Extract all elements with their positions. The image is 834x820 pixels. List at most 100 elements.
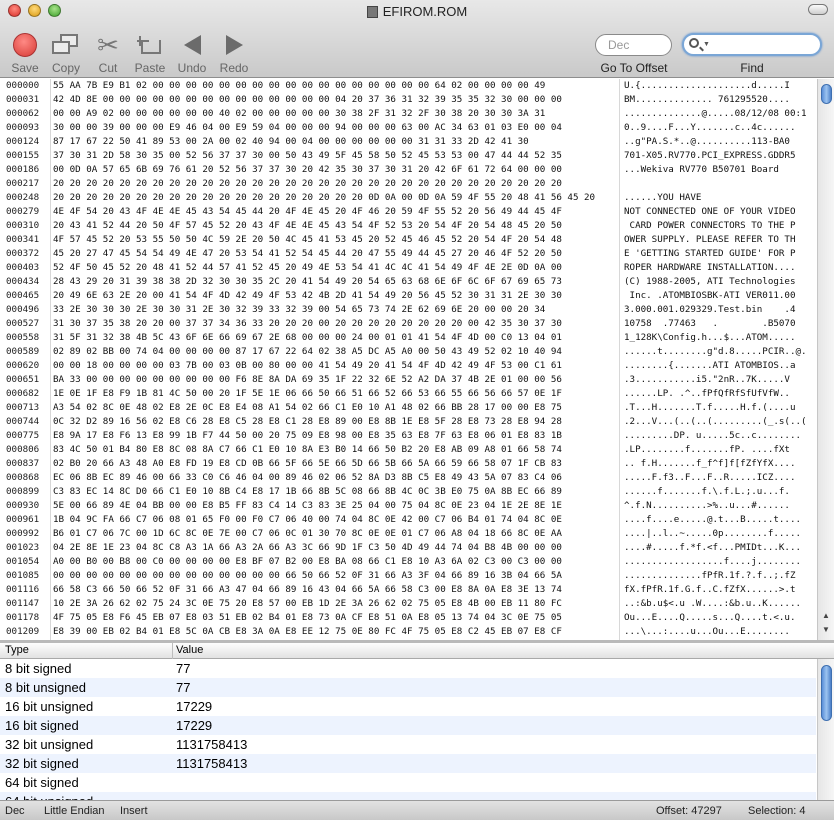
insert-mode[interactable]: Insert	[120, 805, 148, 817]
row-hex-bytes[interactable]: 10 2E 3A 26 62 02 75 24 3C 0E 75 20 E8 5…	[53, 597, 562, 611]
hex-row[interactable]: 000930 5E 00 66 89 4E 04 BB 00 00 E8 B5 F…	[0, 499, 817, 513]
cut-button[interactable]: ✂ Cut	[88, 30, 128, 75]
hex-row[interactable]: 000279 4E 4F 54 20 43 4F 4E 4E 45 43 54 4…	[0, 205, 817, 219]
row-hex-bytes[interactable]: 28 43 29 20 31 39 38 38 2D 32 30 30 35 2…	[53, 275, 562, 289]
row-ascii[interactable]: ..:&b.u$<.u .W....:&b.u..K......	[624, 597, 801, 611]
table-row[interactable]: 32 bit signed 1131758413	[0, 754, 816, 773]
hex-row[interactable]: 000713 A3 54 02 8C 0E 48 02 E8 2E 0C E8 E…	[0, 401, 817, 415]
hex-row[interactable]: 000124 87 17 67 22 50 41 89 53 00 2A 00 0…	[0, 135, 817, 149]
table-row[interactable]: 8 bit unsigned 77	[0, 678, 816, 697]
row-ascii[interactable]: ......t........g"d.8.....PCIR..@.	[624, 345, 807, 359]
hex-row[interactable]: 001209 E8 39 00 EB 02 B4 01 E8 5C 0A CB E…	[0, 625, 817, 639]
row-hex-bytes[interactable]: 4F 75 05 E8 F6 45 EB 07 E8 03 51 EB 02 B…	[53, 611, 562, 625]
row-hex-bytes[interactable]: 00 0D 0A 57 65 6B 69 76 61 20 52 56 37 3…	[53, 163, 562, 177]
row-ascii[interactable]: ..............@.....08/12/08 00:1	[624, 107, 807, 121]
row-ascii[interactable]: Inc. .ATOMBIOSBK-ATI VER011.00	[624, 289, 796, 303]
hex-row[interactable]: 000527 31 30 37 35 38 20 20 00 37 37 34 3…	[0, 317, 817, 331]
row-hex-bytes[interactable]: 55 AA 7B E9 B1 02 00 00 00 00 00 00 00 0…	[53, 79, 545, 93]
hex-row[interactable]: 000744 0C 32 D2 89 16 56 02 E8 C6 28 E8 C…	[0, 415, 817, 429]
row-hex-bytes[interactable]: 20 43 41 52 44 20 50 4F 57 45 52 20 43 4…	[53, 219, 562, 233]
row-hex-bytes[interactable]: 4E 4F 54 20 43 4F 4E 4E 45 43 54 45 44 2…	[53, 205, 562, 219]
undo-button[interactable]: Undo	[172, 30, 212, 75]
row-ascii[interactable]: ^.f.N..........>%..u...#......	[624, 499, 790, 513]
inspector-scrollbar[interactable]	[817, 659, 834, 800]
row-hex-bytes[interactable]: 37 30 31 2D 58 30 35 00 52 56 37 37 30 0…	[53, 149, 562, 163]
row-ascii[interactable]: .2...V...(..(..(.........(_.s(..(	[624, 415, 807, 429]
table-row[interactable]: 16 bit signed 17229	[0, 716, 816, 735]
row-hex-bytes[interactable]: 4F 57 45 52 20 53 55 50 50 4C 59 2E 20 5…	[53, 233, 562, 247]
row-hex-bytes[interactable]: E8 39 00 EB 02 B4 01 E8 5C 0A CB E8 3A 0…	[53, 625, 562, 639]
hex-row[interactable]: 000403 52 4F 50 45 52 20 48 41 52 44 57 4…	[0, 261, 817, 275]
hex-row[interactable]: 001178 4F 75 05 E8 F6 45 EB 07 E8 03 51 E…	[0, 611, 817, 625]
redo-button[interactable]: Redo	[214, 30, 254, 75]
save-button[interactable]: Save	[5, 30, 45, 75]
value-column-header[interactable]: Value	[176, 644, 203, 656]
row-ascii[interactable]: 1_128K\Config.h...$...ATOM.....	[624, 331, 795, 345]
row-hex-bytes[interactable]: C3 83 EC 14 8C D0 66 C1 E0 10 8B C4 E8 1…	[53, 485, 562, 499]
hex-row[interactable]: 000000 55 AA 7B E9 B1 02 00 00 00 00 00 0…	[0, 79, 817, 93]
row-hex-bytes[interactable]: 00 00 18 00 00 00 00 03 7B 00 03 0B 00 8…	[53, 359, 562, 373]
hex-row[interactable]: 000682 1E 0E 1F E8 F9 1B 81 4C 50 00 20 1…	[0, 387, 817, 401]
row-hex-bytes[interactable]: 04 2E 8E 1E 23 04 8C C8 A3 1A 66 A3 2A 6…	[53, 541, 562, 555]
row-ascii[interactable]: NOT CONNECTED ONE OF YOUR VIDEO	[624, 205, 795, 219]
row-ascii[interactable]: .. f.H.......f_f^f]f[fZfYfX....	[624, 457, 795, 471]
hex-row[interactable]: 000248 20 20 20 20 20 20 20 20 20 20 20 2…	[0, 191, 817, 205]
hex-row[interactable]: 000186 00 0D 0A 57 65 6B 69 76 61 20 52 5…	[0, 163, 817, 177]
hex-row[interactable]: 000310 20 43 41 52 44 20 50 4F 57 45 52 2…	[0, 219, 817, 233]
row-ascii[interactable]: U.{....................d.....I	[624, 79, 790, 93]
row-hex-bytes[interactable]: B6 01 C7 06 7C 00 1D 6C 8C 0E 7E 00 C7 0…	[53, 527, 562, 541]
hex-row[interactable]: 000496 33 2E 30 30 30 2E 30 30 31 2E 30 3…	[0, 303, 817, 317]
row-hex-bytes[interactable]: A3 54 02 8C 0E 48 02 E8 2E 0C E8 E4 08 A…	[53, 401, 562, 415]
hex-view[interactable]: 000000 55 AA 7B E9 B1 02 00 00 00 00 00 0…	[0, 79, 834, 640]
row-ascii[interactable]: ..................f....j........	[624, 555, 801, 569]
row-ascii[interactable]: OWER SUPPLY. PLEASE REFER TO TH	[624, 233, 795, 247]
row-ascii[interactable]: Ou...E....Q.....s...Q....t.<.u.	[624, 611, 795, 625]
row-ascii[interactable]: .....F.f3..F...F..R.....ICZ....	[624, 471, 795, 485]
row-hex-bytes[interactable]: 45 20 27 47 45 54 54 49 4E 47 20 53 54 4…	[53, 247, 562, 261]
row-ascii[interactable]: ..g"PA.S.*..@..........113-BA0	[624, 135, 790, 149]
row-hex-bytes[interactable]: 1B 04 9C FA 66 C7 06 08 01 65 F0 00 F0 C…	[53, 513, 562, 527]
row-ascii[interactable]: ....|..l..~.....0p........f.....	[624, 527, 801, 541]
hex-row[interactable]: 000620 00 00 18 00 00 00 00 03 7B 00 03 0…	[0, 359, 817, 373]
row-ascii[interactable]: .........DP. u.....5c..c........	[624, 429, 801, 443]
row-ascii[interactable]: ......YOU HAVE	[624, 191, 701, 205]
paste-button[interactable]: Paste	[130, 30, 170, 75]
row-ascii[interactable]: 701-X05.RV770.PCI_EXPRESS.GDDR5	[624, 149, 795, 163]
hex-scroll-thumb[interactable]	[821, 84, 832, 104]
row-ascii[interactable]: ...Wekiva RV770 B50701 Board	[624, 163, 779, 177]
row-ascii[interactable]: E 'GETTING STARTED GUIDE' FOR P	[624, 247, 795, 261]
row-ascii[interactable]: (C) 1988-2005, ATI Technologies	[624, 275, 795, 289]
hex-row[interactable]: 001023 04 2E 8E 1E 23 04 8C C8 A3 1A 66 A…	[0, 541, 817, 555]
hex-lines[interactable]: 000000 55 AA 7B E9 B1 02 00 00 00 00 00 0…	[0, 79, 817, 640]
table-row[interactable]: 16 bit unsigned 17229	[0, 697, 816, 716]
inspector-scroll-thumb[interactable]	[821, 665, 832, 721]
hex-row[interactable]: 000961 1B 04 9C FA 66 C7 06 08 01 65 F0 0…	[0, 513, 817, 527]
row-hex-bytes[interactable]: 20 49 6E 63 2E 20 00 41 54 4F 4D 42 49 4…	[53, 289, 562, 303]
number-mode[interactable]: Dec	[5, 805, 25, 817]
row-hex-bytes[interactable]: 02 B0 20 66 A3 48 A0 E8 FD 19 E8 CD 0B 6…	[53, 457, 562, 471]
hex-row[interactable]: 000806 83 4C 50 01 B4 80 E8 8C 08 8A C7 6…	[0, 443, 817, 457]
row-ascii[interactable]: ..............fPfR.1f.?.f..;.fZ	[624, 569, 795, 583]
row-ascii[interactable]: ....f....e.....@.t...B.....t....	[624, 513, 801, 527]
row-hex-bytes[interactable]: A0 00 B0 00 B8 00 C0 00 00 00 00 E8 BF 0…	[53, 555, 562, 569]
goto-offset-input[interactable]: Dec	[595, 34, 672, 56]
hex-row[interactable]: 001116 66 58 C3 66 50 66 52 0F 31 66 A3 4…	[0, 583, 817, 597]
row-ascii[interactable]: .LP........f.......fP. ....fXt	[624, 443, 790, 457]
row-hex-bytes[interactable]: 5E 00 66 89 4E 04 BB 00 00 E8 B5 FF 83 C…	[53, 499, 562, 513]
row-ascii[interactable]: BM.............. 761295520....	[624, 93, 790, 107]
hex-row[interactable]: 001054 A0 00 B0 00 B8 00 C0 00 00 00 00 E…	[0, 555, 817, 569]
table-row[interactable]: 64 bit unsigned	[0, 792, 816, 800]
hex-row[interactable]: 000992 B6 01 C7 06 7C 00 1D 6C 8C 0E 7E 0…	[0, 527, 817, 541]
row-ascii[interactable]: ......LP. .^..fPfQfRfSfUfVfW..	[624, 387, 790, 401]
row-ascii[interactable]: 0..9....F...Y.......c..4c......	[624, 121, 795, 135]
row-ascii[interactable]: ROPER HARDWARE INSTALLATION....	[624, 261, 795, 275]
hex-row[interactable]: 000837 02 B0 20 66 A3 48 A0 E8 FD 19 E8 C…	[0, 457, 817, 471]
hex-row[interactable]: 000465 20 49 6E 63 2E 20 00 41 54 4F 4D 4…	[0, 289, 817, 303]
row-hex-bytes[interactable]: 00 00 A9 02 00 00 00 00 00 00 40 02 00 0…	[53, 107, 545, 121]
scroll-down-arrow-icon[interactable]: ▼	[822, 625, 830, 634]
hex-row[interactable]: 000341 4F 57 45 52 20 53 55 50 50 4C 59 2…	[0, 233, 817, 247]
hex-row[interactable]: 000558 31 5F 31 32 38 4B 5C 43 6F 6E 66 6…	[0, 331, 817, 345]
hex-row[interactable]: 000434 28 43 29 20 31 39 38 38 2D 32 30 3…	[0, 275, 817, 289]
type-column-header[interactable]: Type	[5, 644, 29, 656]
row-hex-bytes[interactable]: BA 33 00 00 00 00 00 00 00 00 00 F6 8E 8…	[53, 373, 562, 387]
